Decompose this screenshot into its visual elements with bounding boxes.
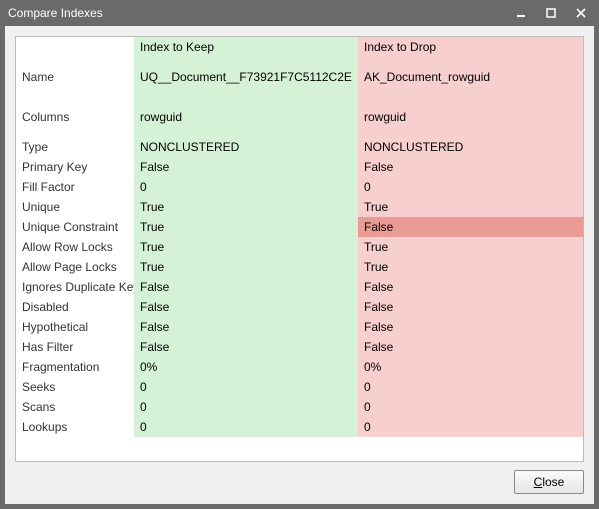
- row-label: Primary Key: [16, 157, 134, 177]
- row-keep-value: 0: [134, 377, 358, 397]
- dialog-buttons: Close: [15, 462, 584, 494]
- row-keep-value: False: [134, 317, 358, 337]
- close-button-rest: lose: [542, 475, 564, 489]
- row-keep-value: False: [134, 157, 358, 177]
- row-label: Allow Row Locks: [16, 237, 134, 257]
- row-keep-value: False: [134, 337, 358, 357]
- row-keep-value: NONCLUSTERED: [134, 137, 358, 157]
- compare-grid-frame: Index to KeepIndex to DropNameUQ__Docume…: [15, 36, 584, 462]
- row-drop-value: rowguid: [358, 97, 583, 137]
- table-row: Has FilterFalseFalse: [16, 337, 583, 357]
- table-row: Lookups00: [16, 417, 583, 437]
- table-row: Unique ConstraintTrueFalse: [16, 217, 583, 237]
- row-drop-value: 0: [358, 397, 583, 417]
- row-keep-value: True: [134, 257, 358, 277]
- titlebar: Compare Indexes: [0, 0, 599, 26]
- table-row: Allow Row LocksTrueTrue: [16, 237, 583, 257]
- row-drop-value: True: [358, 197, 583, 217]
- client-area: Index to KeepIndex to DropNameUQ__Docume…: [5, 26, 594, 504]
- row-drop-value: 0: [358, 377, 583, 397]
- close-button[interactable]: Close: [514, 470, 584, 494]
- table-row: DisabledFalseFalse: [16, 297, 583, 317]
- row-label: Name: [16, 57, 134, 97]
- close-window-button[interactable]: [567, 3, 595, 23]
- row-keep-value: True: [134, 217, 358, 237]
- row-label: Fragmentation: [16, 357, 134, 377]
- table-row: Primary KeyFalseFalse: [16, 157, 583, 177]
- table-row: Columnsrowguidrowguid: [16, 97, 583, 137]
- close-icon: [576, 8, 586, 18]
- row-keep-value: False: [134, 277, 358, 297]
- table-row: TypeNONCLUSTEREDNONCLUSTERED: [16, 137, 583, 157]
- row-label: Scans: [16, 397, 134, 417]
- row-keep-value: True: [134, 237, 358, 257]
- compare-indexes-window: Compare Indexes Index to KeepIndex to Dr…: [0, 0, 599, 509]
- table-row: Allow Page LocksTrueTrue: [16, 257, 583, 277]
- row-drop-value: False: [358, 337, 583, 357]
- row-label: Type: [16, 137, 134, 157]
- row-drop-value: True: [358, 257, 583, 277]
- row-label: Unique Constraint: [16, 217, 134, 237]
- row-drop-value-diff: False: [358, 217, 583, 237]
- row-drop-value: False: [358, 277, 583, 297]
- row-keep-value: rowguid: [134, 97, 358, 137]
- row-label: Ignores Duplicate Keys: [16, 277, 134, 297]
- row-keep-value: 0%: [134, 357, 358, 377]
- row-drop-value: 0: [358, 177, 583, 197]
- row-keep-value: 0: [134, 397, 358, 417]
- row-label: Disabled: [16, 297, 134, 317]
- maximize-button[interactable]: [537, 3, 565, 23]
- row-drop-value: 0%: [358, 357, 583, 377]
- window-title: Compare Indexes: [8, 6, 505, 20]
- minimize-button[interactable]: [507, 3, 535, 23]
- row-drop-value: False: [358, 157, 583, 177]
- row-label: Seeks: [16, 377, 134, 397]
- maximize-icon: [546, 8, 556, 18]
- row-label: Lookups: [16, 417, 134, 437]
- row-label: Columns: [16, 97, 134, 137]
- row-keep-value: UQ__Document__F73921F7C5112C2E: [134, 57, 358, 97]
- row-drop-value: True: [358, 237, 583, 257]
- header-blank: [16, 37, 134, 57]
- table-row: Ignores Duplicate KeysFalseFalse: [16, 277, 583, 297]
- row-label: Unique: [16, 197, 134, 217]
- row-drop-value: False: [358, 297, 583, 317]
- table-row: Fragmentation0%0%: [16, 357, 583, 377]
- table-row: Fill Factor00: [16, 177, 583, 197]
- table-row: Seeks00: [16, 377, 583, 397]
- header-drop: Index to Drop: [358, 37, 583, 57]
- compare-grid: Index to KeepIndex to DropNameUQ__Docume…: [16, 37, 583, 437]
- row-drop-value: 0: [358, 417, 583, 437]
- row-label: Hypothetical: [16, 317, 134, 337]
- row-keep-value: 0: [134, 177, 358, 197]
- row-label: Allow Page Locks: [16, 257, 134, 277]
- row-drop-value: False: [358, 317, 583, 337]
- row-label: Fill Factor: [16, 177, 134, 197]
- row-drop-value: AK_Document_rowguid: [358, 57, 583, 97]
- row-label: Has Filter: [16, 337, 134, 357]
- table-row: Scans00: [16, 397, 583, 417]
- row-keep-value: False: [134, 297, 358, 317]
- table-row: UniqueTrueTrue: [16, 197, 583, 217]
- row-keep-value: 0: [134, 417, 358, 437]
- row-keep-value: True: [134, 197, 358, 217]
- table-row: NameUQ__Document__F73921F7C5112C2EAK_Doc…: [16, 57, 583, 97]
- table-row: HypotheticalFalseFalse: [16, 317, 583, 337]
- row-drop-value: NONCLUSTERED: [358, 137, 583, 157]
- minimize-icon: [516, 8, 526, 18]
- header-row: Index to KeepIndex to Drop: [16, 37, 583, 57]
- header-keep: Index to Keep: [134, 37, 358, 57]
